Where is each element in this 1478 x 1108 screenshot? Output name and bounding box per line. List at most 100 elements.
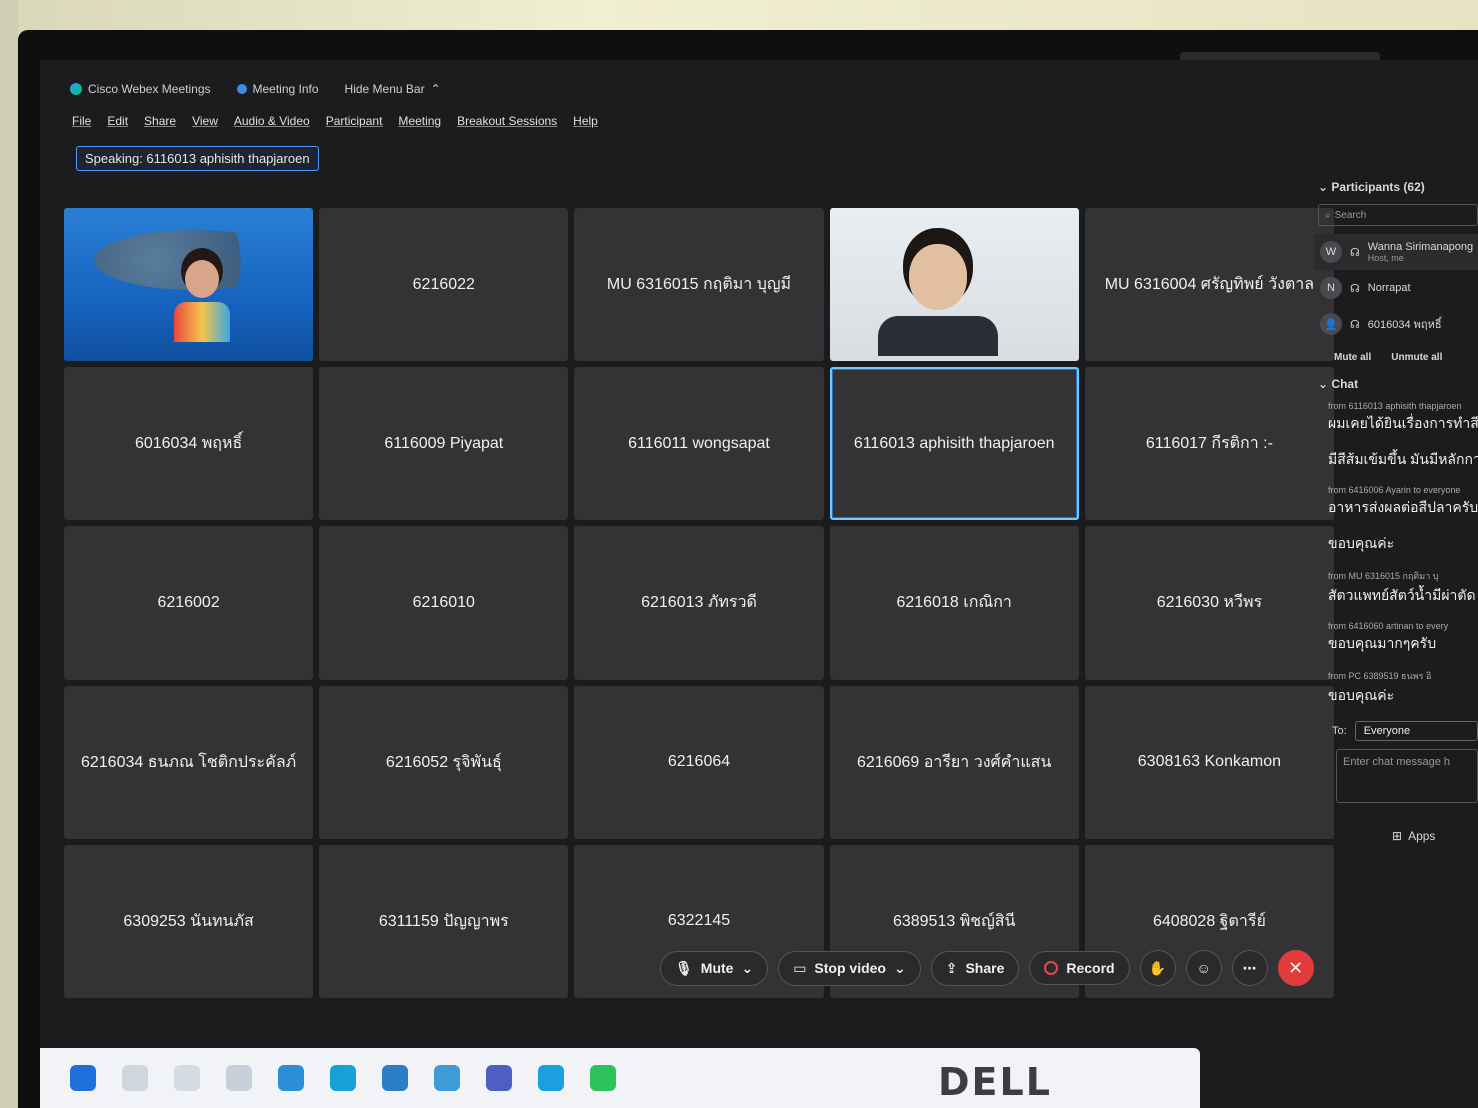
- hide-menu-bar-button[interactable]: Hide Menu Bar ⌃: [345, 82, 441, 96]
- unmute-all-button[interactable]: Unmute all: [1391, 352, 1442, 363]
- chat-sender: from 6416060 artinan to every: [1328, 621, 1449, 631]
- participant-tile-name: MU 6316015 กฤติมา บุญมี: [606, 276, 792, 294]
- chat-message: from 6416006 Ayarin to everyone อาหารส่งผ…: [1328, 485, 1478, 519]
- menu-participant[interactable]: Participant: [326, 114, 383, 128]
- chat-sender: from 6416006 Ayarin to everyone: [1328, 485, 1461, 495]
- apps-button[interactable]: ⊞ Apps: [1392, 829, 1478, 843]
- participant-tile[interactable]: MU 6316004 ศรัญทิพย์ วังตาล: [1084, 208, 1334, 362]
- menu-view[interactable]: View: [192, 114, 218, 128]
- participant-tile-active-speaker[interactable]: 6116013 aphisith thapjaroen: [829, 367, 1079, 521]
- hide-menu-label: Hide Menu Bar: [344, 82, 425, 96]
- participant-row[interactable]: N ☊ Norrapat: [1314, 270, 1478, 306]
- menu-breakout-sessions[interactable]: Breakout Sessions: [457, 114, 557, 128]
- chat-text: ขอบคุณค่ะ: [1328, 535, 1395, 551]
- chat-input[interactable]: Enter chat message h: [1336, 749, 1478, 803]
- task-view-icon[interactable]: [174, 1065, 200, 1091]
- participant-tile-name: 6216013 ภัทรวดี: [641, 594, 757, 612]
- participant-tile[interactable]: 6216069 อารียา วงศ์คำแสน: [829, 685, 1079, 839]
- participant-tile[interactable]: 6216030 หวีพร: [1084, 526, 1334, 680]
- record-button[interactable]: Record: [1029, 951, 1130, 985]
- menu-file[interactable]: File: [72, 114, 91, 128]
- participant-tile-name: 6311159 ปัญญาพร: [378, 912, 509, 930]
- participant-tile-name: MU 6316004 ศรัญทิพย์ วังตาล: [1104, 276, 1315, 294]
- participant-tile[interactable]: [829, 208, 1079, 362]
- menu-share[interactable]: Share: [144, 114, 176, 128]
- apps-icon: ⊞: [1392, 829, 1403, 843]
- widgets-icon[interactable]: [226, 1065, 252, 1091]
- participant-row[interactable]: 👤 ☊ 6016034 พฤหธิ์: [1314, 306, 1478, 342]
- app-title: Cisco Webex Meetings: [70, 82, 211, 96]
- webex-taskbar-icon[interactable]: [538, 1065, 564, 1091]
- recipient-select[interactable]: Everyone: [1354, 721, 1478, 741]
- participant-tile[interactable]: 6116011 wongsapat: [574, 367, 824, 521]
- menu-audio-video[interactable]: Audio & Video: [234, 114, 310, 128]
- chat-header[interactable]: ⌄ Chat: [1318, 377, 1478, 391]
- participant-row[interactable]: W ☊ Wanna Sirimanapong Host, me: [1314, 234, 1478, 270]
- stop-video-button[interactable]: ▭ Stop video ⌄: [778, 950, 921, 986]
- mail-icon[interactable]: [382, 1065, 408, 1091]
- avatar: N: [1320, 277, 1342, 299]
- mute-all-button[interactable]: Mute all: [1334, 352, 1371, 363]
- chat-text: ขอบคุณมากๆครับ: [1328, 635, 1437, 651]
- participant-tile[interactable]: 6311159 ปัญญาพร: [319, 844, 569, 998]
- speaking-indicator: Speaking: 6116013 aphisith thapjaroen: [76, 146, 319, 171]
- chat-text: มีสีส้มเข้มขึ้น มันมีหลักการ: [1328, 451, 1478, 467]
- participant-search-input[interactable]: ⌕ Search: [1318, 204, 1478, 226]
- participant-tile-name: 6116011 wongsapat: [628, 434, 770, 452]
- chat-sender: from 6116013 aphisith thapjaroen: [1328, 401, 1462, 411]
- smiley-icon: ☺: [1196, 960, 1211, 976]
- hand-icon: ✋: [1148, 959, 1167, 976]
- chevron-down-icon: ⌄: [1318, 377, 1329, 391]
- search-icon[interactable]: [122, 1065, 148, 1091]
- meeting-info-button[interactable]: Meeting Info: [236, 82, 319, 96]
- chat-message: ขอบคุณค่ะ: [1328, 533, 1478, 555]
- participant-tile[interactable]: 6216002: [64, 526, 314, 680]
- participant-tile[interactable]: 6016034 พฤหธิ์: [64, 367, 314, 521]
- participant-tile-name: 6216022: [412, 275, 475, 293]
- participant-tile[interactable]: 6309253 นันทนภัส: [64, 844, 314, 998]
- participant-tile-name: 6308163 Konkamon: [1137, 753, 1281, 771]
- chat-list: from 6116013 aphisith thapjaroen ผมเคยได้…: [1314, 401, 1478, 707]
- participant-tile[interactable]: 6216034 ธนภณ โชติกประคัลภ์: [64, 685, 314, 839]
- reactions-button[interactable]: ☺: [1185, 950, 1222, 986]
- raise-hand-button[interactable]: ✋: [1139, 950, 1176, 986]
- participant-tile-name: 6216030 หวีพร: [1156, 594, 1263, 612]
- chat-message: มีสีส้มเข้มขึ้น มันมีหลักการ: [1328, 449, 1478, 471]
- participant-tile[interactable]: [64, 208, 314, 362]
- edge-browser-icon[interactable]: [278, 1065, 304, 1091]
- participant-tile[interactable]: 6216022: [319, 208, 569, 362]
- participant-tile[interactable]: 6308163 Konkamon: [1084, 685, 1334, 839]
- chat-message: from MU 6316015 กฤติมา บุ สัตวแพทย์สัตว์น…: [1328, 569, 1478, 607]
- chat-text: อาหารส่งผลต่อสีปลาครับ: [1328, 499, 1478, 515]
- menu-edit[interactable]: Edit: [107, 114, 128, 128]
- participant-tile[interactable]: 6216013 ภัทรวดี: [574, 526, 824, 680]
- avatar: W: [1320, 241, 1342, 263]
- monitor-brand-logo: DELL: [938, 1060, 1052, 1104]
- line-app-icon[interactable]: [590, 1065, 616, 1091]
- participants-header[interactable]: ⌄ Participants (62): [1318, 180, 1478, 194]
- windows-start-icon[interactable]: [70, 1065, 96, 1091]
- participant-tile[interactable]: 6216052 รุจิพันธุ์: [319, 685, 569, 839]
- end-meeting-button[interactable]: ✕: [1277, 950, 1314, 986]
- participant-tile-name: 6116009 Piyapat: [384, 434, 504, 452]
- edge-icon[interactable]: [330, 1065, 356, 1091]
- participant-tile[interactable]: 6216010: [319, 526, 569, 680]
- more-options-button[interactable]: ⋯: [1231, 950, 1268, 986]
- participant-tile-name: 6116013 aphisith thapjaroen: [853, 434, 1055, 452]
- more-icon: ⋯: [1242, 959, 1257, 976]
- share-button[interactable]: ⇪ Share: [930, 950, 1020, 986]
- participant-tile[interactable]: 6216064: [574, 685, 824, 839]
- teams-icon[interactable]: [486, 1065, 512, 1091]
- menu-meeting[interactable]: Meeting: [398, 114, 441, 128]
- participant-tile[interactable]: 6116017 กีรติกา :-: [1084, 367, 1334, 521]
- participant-tile[interactable]: MU 6316015 กฤติมา บุญมี: [574, 208, 824, 362]
- webex-window: Cisco Webex Meetings Meeting Info Hide M…: [40, 60, 1478, 1108]
- mute-button[interactable]: 🎙 Mute ⌄: [660, 950, 769, 986]
- menu-help[interactable]: Help: [573, 114, 598, 128]
- participant-name: Wanna Sirimanapong: [1367, 241, 1474, 253]
- participant-tile[interactable]: 6116009 Piyapat: [319, 367, 569, 521]
- participant-tile-name: 6309253 นันทนภัส: [123, 912, 254, 930]
- title-bar: Cisco Webex Meetings Meeting Info Hide M…: [70, 82, 441, 96]
- store-icon[interactable]: [434, 1065, 460, 1091]
- participant-tile[interactable]: 6216018 เกณิกา: [829, 526, 1079, 680]
